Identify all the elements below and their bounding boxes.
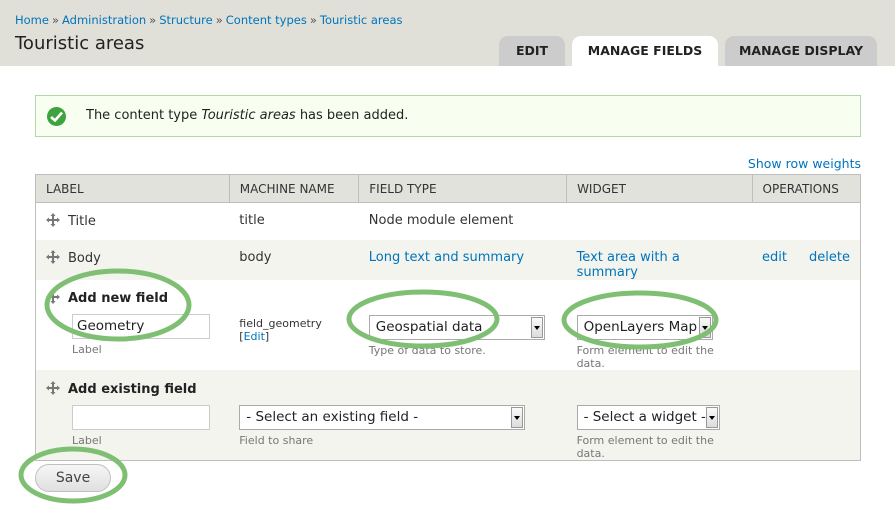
existing-widget-select[interactable]: - Select a widget - (576, 404, 720, 430)
breadcrumb-separator: » (149, 13, 157, 27)
existing-field-label-description: Label (72, 433, 102, 447)
chevron-down-icon (530, 316, 543, 338)
add-new-field-heading: Add new field (68, 290, 169, 306)
new-field-label-input[interactable] (72, 313, 210, 339)
existing-field-select-value: - Select an existing field - (246, 408, 419, 425)
new-field-label-description: Label (72, 342, 102, 356)
edit-link[interactable]: edit (762, 250, 787, 265)
widget-description: Form element to edit the data. (576, 343, 714, 370)
show-row-weights-link[interactable]: Show row weights (748, 156, 861, 171)
breadcrumb-structure[interactable]: Structure (159, 13, 213, 27)
save-button[interactable]: Save (35, 464, 111, 492)
message-text-after: has been added. (295, 108, 409, 123)
new-field-machine-name: field_geometry [Edit] (229, 280, 359, 370)
row-field-type: Node module element (368, 213, 514, 228)
chevron-down-icon (698, 316, 711, 338)
primary-tabs: EDIT MANAGE FIELDS MANAGE DISPLAY (499, 36, 877, 66)
breadcrumb-administration[interactable]: Administration (62, 13, 146, 27)
breadcrumb-home[interactable]: Home (15, 13, 49, 27)
check-icon (47, 107, 66, 126)
drag-handle-icon[interactable] (46, 249, 60, 264)
field-type-select[interactable]: Geospatial data (368, 314, 545, 340)
tab-manage-fields[interactable]: MANAGE FIELDS (572, 36, 718, 66)
chevron-down-icon (511, 406, 524, 428)
table-row-body: Body body Long text and summary Text are… (35, 239, 861, 280)
message-text-before: The content type (86, 108, 202, 123)
column-header-machine-name: MACHINE NAME (229, 174, 360, 203)
page-header: Home» Administration» Structure» Content ty… (0, 0, 895, 66)
column-header-widget: WIDGET (566, 174, 753, 203)
row-operations (752, 370, 860, 461)
breadcrumb-separator: » (51, 13, 60, 27)
machine-name-value: field_geometry (239, 316, 322, 330)
row-machine-name: body (239, 249, 272, 265)
chevron-down-icon (705, 406, 718, 428)
drag-handle-icon[interactable] (46, 213, 60, 227)
existing-widget-description: Form element to edit the data. (576, 433, 714, 460)
table-row-title: Title title Node module element (35, 202, 861, 240)
existing-field-select[interactable]: - Select an existing field - (239, 404, 526, 430)
drag-handle-icon[interactable] (46, 289, 60, 304)
add-existing-field-heading: Add existing field (68, 381, 197, 397)
breadcrumb-content-types[interactable]: Content types (226, 13, 307, 27)
existing-field-label-input[interactable] (72, 404, 210, 430)
row-machine-name: title (239, 213, 265, 228)
column-header-field-type: FIELD TYPE (358, 174, 568, 203)
field-type-select-value: Geospatial data (375, 318, 483, 335)
column-header-operations: OPERATIONS (762, 181, 839, 196)
column-header-label: LABEL (35, 174, 230, 203)
fields-table: LABEL MACHINE NAME FIELD TYPE WIDGET OPE… (35, 174, 861, 461)
widget-select[interactable]: OpenLayers Map (576, 314, 713, 340)
row-label: Body (68, 250, 101, 266)
table-row-add-new-field: Add new field Label field_geometry [Edit… (35, 279, 861, 370)
machine-name-edit-link[interactable]: Edit (244, 330, 265, 343)
breadcrumb-touristic-areas[interactable]: Touristic areas (320, 13, 403, 27)
breadcrumb-separator: » (309, 13, 317, 27)
row-operations (752, 203, 860, 240)
table-row-add-existing-field: Add existing field Label - Select an exi… (35, 369, 861, 461)
breadcrumb-separator: » (215, 13, 223, 27)
machine-name-bracket-close: ] (264, 329, 270, 343)
tab-edit[interactable]: EDIT (499, 36, 565, 66)
row-operations (752, 280, 860, 370)
status-message: The content type Touristic areas has bee… (35, 95, 861, 137)
field-type-description: Type of data to store. (368, 343, 486, 357)
status-message-text: The content type Touristic areas has bee… (86, 108, 408, 123)
page-title: Touristic areas (15, 33, 145, 54)
row-widget (567, 203, 752, 240)
delete-link[interactable]: delete (809, 250, 850, 265)
tab-manage-display[interactable]: MANAGE DISPLAY (725, 36, 877, 66)
breadcrumb: Home» Administration» Structure» Content ty… (15, 13, 403, 27)
table-header-row: LABEL MACHINE NAME FIELD TYPE WIDGET OPE… (35, 174, 861, 203)
field-type-link[interactable]: Long text and summary (369, 250, 524, 265)
widget-link[interactable]: Text area with a summary (577, 250, 680, 280)
message-content-type-name: Touristic areas (201, 108, 296, 123)
row-label: Title (68, 214, 96, 229)
existing-widget-select-value: - Select a widget - (583, 408, 706, 425)
drag-handle-icon[interactable] (46, 380, 60, 395)
widget-select-value: OpenLayers Map (583, 318, 698, 335)
existing-field-description: Field to share (239, 433, 314, 447)
